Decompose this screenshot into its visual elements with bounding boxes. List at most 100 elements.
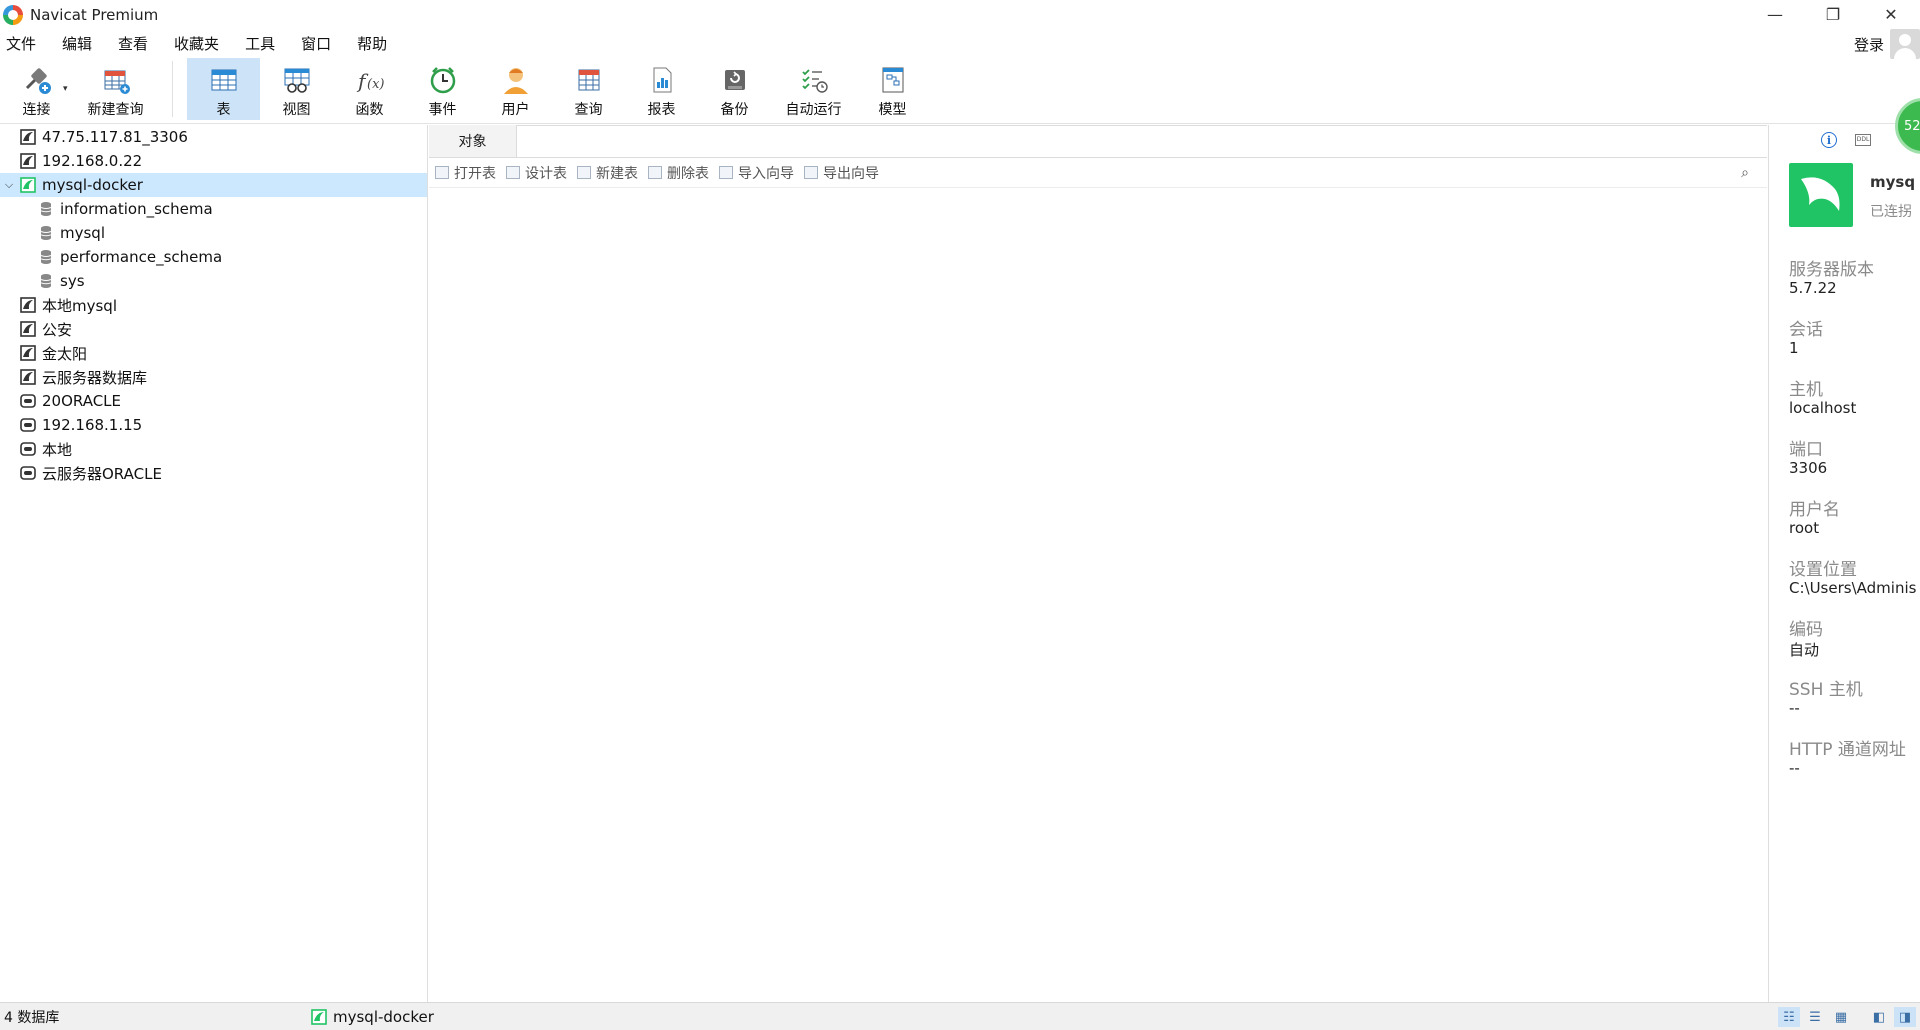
new-table-label: 新建表 bbox=[596, 165, 638, 182]
tree-item-label: 公安 bbox=[42, 320, 73, 339]
tree-item-label: mysql-docker bbox=[42, 176, 143, 194]
tree-item-connection[interactable]: 本地 bbox=[0, 437, 427, 461]
detail-view-icon[interactable]: ☰ bbox=[1804, 1007, 1826, 1027]
toolbar-view-button[interactable]: 视图 bbox=[260, 58, 333, 120]
menu-favorites[interactable]: 收藏夹 bbox=[166, 33, 227, 54]
oracle-connection-icon bbox=[20, 465, 36, 481]
info-key: SSH 主机 bbox=[1789, 680, 1863, 700]
info-field: 主机 localhost bbox=[1769, 375, 1920, 423]
view-mode-switcher: ☷ ☰ ▦ ◧ ◨ bbox=[1778, 1007, 1916, 1027]
open-table-button[interactable]: 打开表 bbox=[435, 163, 496, 183]
info-value: 5.7.22 bbox=[1789, 279, 1837, 297]
tree-item-label: 云服务器ORACLE bbox=[42, 464, 162, 483]
menu-help[interactable]: 帮助 bbox=[349, 33, 395, 54]
tab-objects[interactable]: 对象 bbox=[429, 125, 517, 157]
toolbar-automation-button[interactable]: 自动运行 bbox=[771, 58, 856, 120]
toolbar-event-button[interactable]: 事件 bbox=[406, 58, 479, 120]
event-icon bbox=[426, 63, 460, 97]
tree-item-label: 192.168.0.22 bbox=[42, 152, 143, 170]
new-table-button[interactable]: 新建表 bbox=[577, 163, 638, 183]
mysql-connection-icon bbox=[20, 153, 36, 169]
info-value: root bbox=[1789, 519, 1820, 537]
delete-table-button[interactable]: 删除表 bbox=[648, 163, 709, 183]
toolbar-new-query-button[interactable]: 新建查询 bbox=[73, 58, 158, 120]
tree-item-label: 本地 bbox=[42, 440, 73, 459]
objects-pane: 对象 打开表 设计表 新建表 删除表 导入向导 导出向导 ⌕ bbox=[429, 125, 1767, 1002]
report-icon bbox=[645, 63, 679, 97]
tree-item-connection[interactable]: 47.75.117.81_3306 bbox=[0, 125, 427, 149]
menu-tools[interactable]: 工具 bbox=[237, 33, 283, 54]
export-wizard-button[interactable]: 导出向导 bbox=[804, 163, 879, 183]
tree-item-connection[interactable]: 金太阳 bbox=[0, 341, 427, 365]
toolbar-connect-label: 连接 bbox=[22, 102, 51, 118]
info-key: 端口 bbox=[1789, 440, 1823, 460]
tree-item-label: 20ORACLE bbox=[42, 392, 122, 410]
toolbar-report-button[interactable]: 报表 bbox=[625, 58, 698, 120]
toolbar-backup-label: 备份 bbox=[720, 102, 749, 118]
tree-item-connection-selected[interactable]: ⌵ mysql-docker bbox=[0, 173, 427, 197]
info-field: 用户名 root bbox=[1769, 495, 1920, 543]
toolbar-function-button[interactable]: f (x) 函数 bbox=[333, 58, 406, 120]
avatar[interactable] bbox=[1890, 29, 1920, 59]
menu-edit[interactable]: 编辑 bbox=[54, 33, 100, 54]
oracle-connection-icon bbox=[20, 441, 36, 457]
object-toolbar: 打开表 设计表 新建表 删除表 导入向导 导出向导 bbox=[429, 158, 1767, 188]
tree-item-label: performance_schema bbox=[60, 248, 223, 266]
status-connection: mysql-docker bbox=[311, 1008, 434, 1026]
toolbar-user-button[interactable]: 用户 bbox=[479, 58, 552, 120]
grid-view-icon[interactable]: ▦ bbox=[1830, 1007, 1852, 1027]
right-panel-toggle-icon[interactable]: ◨ bbox=[1894, 1007, 1916, 1027]
info-icon[interactable]: i bbox=[1821, 132, 1837, 148]
info-field: 服务器版本 5.7.22 bbox=[1769, 255, 1920, 303]
menu-view[interactable]: 查看 bbox=[110, 33, 156, 54]
design-table-button[interactable]: 设计表 bbox=[506, 163, 567, 183]
mysql-connection-icon bbox=[20, 321, 36, 337]
toolbar-query-button[interactable]: 查询 bbox=[552, 58, 625, 120]
toolbar-table-button[interactable]: 表 bbox=[187, 58, 260, 120]
tree-item-connection[interactable]: 20ORACLE bbox=[0, 389, 427, 413]
restore-button[interactable]: ❐ bbox=[1804, 0, 1862, 29]
toolbar-view-label: 视图 bbox=[282, 102, 311, 118]
info-panel: i DDL mysq 已连拐 服务器版本 5.7.22 会话 1 主机 localho… bbox=[1768, 125, 1920, 1002]
database-icon bbox=[38, 249, 54, 265]
query-icon bbox=[572, 63, 606, 97]
toolbar-model-button[interactable]: 模型 bbox=[856, 58, 929, 120]
connect-icon bbox=[20, 63, 54, 97]
toolbar-user-label: 用户 bbox=[501, 102, 530, 118]
search-icon[interactable]: ⌕ bbox=[1741, 165, 1749, 181]
table-icon bbox=[207, 63, 241, 97]
database-icon bbox=[38, 273, 54, 289]
tree-item-label: mysql bbox=[60, 224, 105, 242]
objects-list-area[interactable] bbox=[429, 189, 1767, 1002]
tree-item-connection[interactable]: 192.168.1.15 bbox=[0, 413, 427, 437]
import-wizard-button[interactable]: 导入向导 bbox=[719, 163, 794, 183]
tree-item-connection[interactable]: 云服务器数据库 bbox=[0, 365, 427, 389]
tree-item-connection[interactable]: 本地mysql bbox=[0, 293, 427, 317]
status-connection-label: mysql-docker bbox=[333, 1007, 434, 1026]
list-view-icon[interactable]: ☷ bbox=[1778, 1007, 1800, 1027]
toolbar-report-label: 报表 bbox=[647, 102, 676, 118]
minimize-button[interactable]: — bbox=[1746, 0, 1804, 29]
ddl-icon[interactable]: DDL bbox=[1855, 134, 1871, 146]
toolbar-backup-button[interactable]: 备份 bbox=[698, 58, 771, 120]
left-panel-toggle-icon[interactable]: ◧ bbox=[1868, 1007, 1890, 1027]
title-bar: Navicat Premium — ❐ ✕ bbox=[0, 0, 1920, 29]
tree-item-database[interactable]: information_schema bbox=[0, 197, 427, 221]
status-bar: 4 数据库 mysql-docker ☷ ☰ ▦ ◧ ◨ bbox=[0, 1002, 1920, 1030]
connect-dropdown-caret-icon[interactable]: ▾ bbox=[63, 84, 73, 94]
menu-window[interactable]: 窗口 bbox=[293, 33, 339, 54]
menu-file[interactable]: 文件 bbox=[0, 33, 44, 54]
mysql-connection-icon bbox=[20, 129, 36, 145]
tree-item-connection[interactable]: 192.168.0.22 bbox=[0, 149, 427, 173]
tree-item-database[interactable]: sys bbox=[0, 269, 427, 293]
chevron-down-icon[interactable]: ⌵ bbox=[0, 178, 18, 192]
tree-item-connection[interactable]: 公安 bbox=[0, 317, 427, 341]
tree-item-database[interactable]: performance_schema bbox=[0, 245, 427, 269]
tree-item-connection[interactable]: 云服务器ORACLE bbox=[0, 461, 427, 485]
info-key: 设置位置 bbox=[1789, 560, 1857, 580]
tree-item-label: 云服务器数据库 bbox=[42, 368, 148, 387]
close-button[interactable]: ✕ bbox=[1862, 0, 1920, 29]
login-link[interactable]: 登录 bbox=[1854, 34, 1884, 55]
tree-item-database[interactable]: mysql bbox=[0, 221, 427, 245]
connection-navigator: 47.75.117.81_3306 192.168.0.22 ⌵ mysql-d… bbox=[0, 125, 428, 1002]
